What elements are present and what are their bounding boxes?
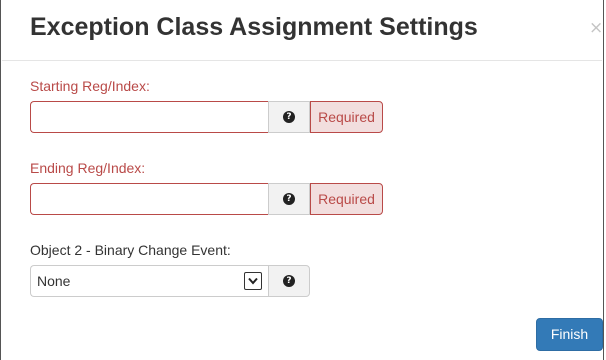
ending-reg-input[interactable] xyxy=(30,183,268,215)
starting-reg-help-button[interactable]: ? xyxy=(268,101,310,133)
question-circle-icon: ? xyxy=(283,111,295,123)
dialog-title: Exception Class Assignment Settings xyxy=(30,13,478,41)
object2-binary-change-label: Object 2 - Binary Change Event: xyxy=(30,242,231,258)
object2-binary-change-select[interactable]: None xyxy=(30,265,268,297)
exception-class-dialog: Exception Class Assignment Settings × St… xyxy=(0,0,604,360)
question-circle-icon: ? xyxy=(283,193,295,205)
close-icon[interactable]: × xyxy=(589,18,603,38)
starting-reg-input[interactable] xyxy=(30,101,268,133)
finish-button[interactable]: Finish xyxy=(536,318,603,351)
ending-reg-help-button[interactable]: ? xyxy=(268,183,310,215)
ending-reg-required-badge: Required xyxy=(310,183,383,215)
object2-help-button[interactable]: ? xyxy=(268,265,310,297)
ending-reg-label: Ending Reg/Index: xyxy=(30,160,146,176)
starting-reg-label: Starting Reg/Index: xyxy=(30,78,150,94)
question-circle-icon: ? xyxy=(283,275,295,287)
starting-reg-required-badge: Required xyxy=(310,101,383,133)
header-divider xyxy=(2,60,602,61)
chevron-down-icon[interactable] xyxy=(244,272,262,290)
object2-selected-value: None xyxy=(37,273,71,289)
